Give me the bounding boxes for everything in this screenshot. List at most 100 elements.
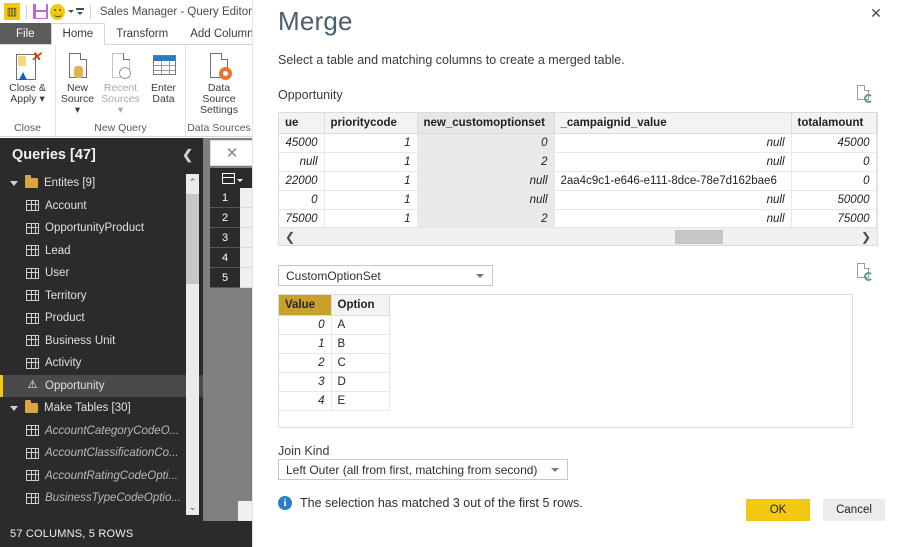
column-header[interactable]: ue — [279, 113, 325, 134]
divider — [25, 4, 27, 19]
secondary-preview-table: Value Option 0 A 1 B 2 C 3 D 4 E — [279, 295, 390, 411]
data-source-settings-icon — [204, 51, 234, 81]
column-header[interactable]: new_customoptionset — [417, 113, 555, 134]
query-tree-item[interactable]: BusinessTypeCodeOptio... — [0, 487, 203, 510]
smiley-face-icon[interactable] — [49, 3, 65, 20]
chevron-down-icon[interactable]: ▾ — [75, 104, 80, 116]
refresh-preview-icon[interactable] — [857, 84, 873, 103]
data-source-settings-button[interactable]: Data Source Settings — [188, 51, 250, 116]
table-icon — [26, 470, 39, 482]
enter-data-button[interactable]: Enter Data — [142, 51, 185, 105]
chevron-left-icon[interactable]: ❮ — [279, 230, 301, 244]
secondary-preview-grid[interactable]: Value Option 0 A 1 B 2 C 3 D 4 E — [278, 294, 853, 428]
tab-home[interactable]: Home — [50, 23, 106, 45]
table-cell: 1 — [279, 334, 332, 354]
secondary-table-select[interactable]: CustomOptionSet — [278, 265, 493, 286]
query-tree-item-label: Opportunity — [45, 379, 105, 392]
query-tree-item[interactable]: ⚠ Opportunity — [0, 374, 203, 397]
close-and-apply-button[interactable]: ✕ Close & Apply ▾ — [2, 50, 54, 105]
table-cell: D — [331, 372, 390, 392]
chevron-down-icon[interactable] — [236, 178, 243, 182]
cancel-button[interactable]: Cancel — [823, 499, 885, 521]
column-header[interactable]: _campaignid_value — [554, 113, 792, 134]
chevron-down-icon[interactable]: ⌄ — [186, 499, 199, 515]
column-header-cell[interactable] — [210, 168, 252, 188]
query-tree-item[interactable]: Business Unit — [0, 330, 203, 353]
query-tree-item[interactable]: Activity — [0, 352, 203, 375]
preview-cell — [240, 188, 252, 208]
chevron-left-icon[interactable]: ❮ — [182, 147, 193, 163]
join-kind-selected-value: Left Outer (all from first, matching fro… — [286, 462, 538, 477]
chevron-down-icon[interactable] — [10, 180, 18, 186]
join-kind-select[interactable]: Left Outer (all from first, matching fro… — [278, 459, 568, 480]
chevron-right-icon[interactable]: ❯ — [855, 230, 877, 244]
recent-sources-button[interactable]: Recent Sources ▾ — [99, 51, 142, 116]
table-icon — [26, 312, 39, 324]
query-tree-item[interactable]: AccountCategoryCodeO... — [0, 420, 203, 443]
queries-scrollbar[interactable]: ⌃ ⌄ — [186, 174, 199, 515]
query-tree-item[interactable]: Make Tables [30] — [0, 397, 203, 420]
table-icon — [26, 447, 39, 459]
column-header[interactable]: totalamount — [791, 113, 877, 134]
preview-cell — [240, 228, 252, 248]
query-tree-item[interactable]: Lead — [0, 240, 203, 263]
table-cell: 0 — [279, 190, 325, 210]
vertical-scrollbar[interactable] — [238, 501, 252, 521]
column-header[interactable]: Value — [279, 295, 332, 316]
query-tree-item[interactable]: Product — [0, 307, 203, 330]
ribbon: ✕ Close & Apply ▾ Close New Source ▾ Rec… — [0, 45, 252, 137]
tab-add-column[interactable]: Add Column — [179, 23, 252, 44]
query-tree-item[interactable]: User — [0, 262, 203, 285]
tab-file[interactable]: File — [0, 23, 51, 44]
query-tree-item[interactable]: Entites [9] — [0, 172, 203, 195]
new-source-button[interactable]: New Source ▾ — [56, 51, 99, 116]
query-tree-item[interactable]: Territory — [0, 285, 203, 308]
query-tree-item-label: Account — [45, 199, 87, 212]
close-icon[interactable]: ✕ — [210, 140, 252, 166]
queries-tree: Entites [9] Account OpportunityProduct Lead… — [0, 172, 203, 510]
chevron-down-icon[interactable]: ▾ — [39, 93, 44, 105]
row-number-cell: 2 — [210, 208, 240, 228]
table-cell: 2 — [279, 353, 332, 373]
table-row: 01nullnull5000038e0dbe4-131b — [279, 190, 877, 210]
chevron-down-icon[interactable]: ▾ — [118, 104, 123, 116]
scrollbar-track[interactable] — [301, 228, 855, 245]
tab-transform[interactable]: Transform — [105, 23, 179, 44]
column-header[interactable]: prioritycode — [324, 113, 418, 134]
table-cell: 38e0dbe4-131b — [876, 152, 877, 172]
chevron-up-icon[interactable]: ⌃ — [186, 174, 199, 190]
primary-preview-grid[interactable]: ue prioritycode new_customoptionset _campai… — [278, 112, 878, 246]
chevron-down-icon[interactable] — [476, 274, 484, 278]
column-header[interactable]: Option — [331, 295, 390, 316]
query-tree-item[interactable]: AccountClassificationCo... — [0, 442, 203, 465]
table-cell: 4 — [279, 391, 332, 411]
refresh-preview-icon[interactable] — [857, 262, 873, 281]
query-tree-item[interactable]: OpportunityProduct — [0, 217, 203, 240]
chevron-down-icon[interactable] — [67, 10, 74, 13]
preview-cell — [240, 208, 252, 228]
table-cell: 75000 — [279, 209, 325, 229]
table-cell: null — [554, 190, 792, 210]
table-icon — [26, 425, 39, 437]
chevron-down-icon[interactable] — [551, 468, 559, 472]
query-tree-item[interactable]: Account — [0, 195, 203, 218]
table-cell: 45000 — [791, 133, 877, 153]
match-info-message: The selection has matched 3 out of the f… — [300, 496, 583, 510]
primary-grid-horizontal-scrollbar[interactable]: ❮ ❯ — [279, 227, 877, 245]
secondary-table-selected-value: CustomOptionSet — [286, 268, 381, 283]
table-row: 7500012null7500038e0dbe4-131b — [279, 209, 877, 229]
chevron-down-icon[interactable] — [10, 405, 18, 411]
ribbon-group-close: ✕ Close & Apply ▾ Close — [0, 45, 55, 136]
close-icon[interactable]: ✕ — [865, 2, 887, 24]
scrollbar-thumb[interactable] — [675, 230, 723, 244]
background-application: ▥ Sales Manager - Query Editor File Home… — [0, 0, 252, 547]
ok-button[interactable]: OK — [746, 499, 810, 521]
save-icon[interactable] — [32, 4, 48, 19]
column-header[interactable]: _owningbusine — [876, 113, 877, 134]
table-icon — [26, 267, 39, 279]
table-cell: 0 — [791, 171, 877, 191]
ribbon-group-label-new-query: New Query — [94, 122, 147, 134]
scrollbar-thumb[interactable] — [186, 194, 199, 284]
customize-quick-access-icon[interactable] — [75, 8, 84, 15]
query-tree-item[interactable]: AccountRatingCodeOpti... — [0, 465, 203, 488]
